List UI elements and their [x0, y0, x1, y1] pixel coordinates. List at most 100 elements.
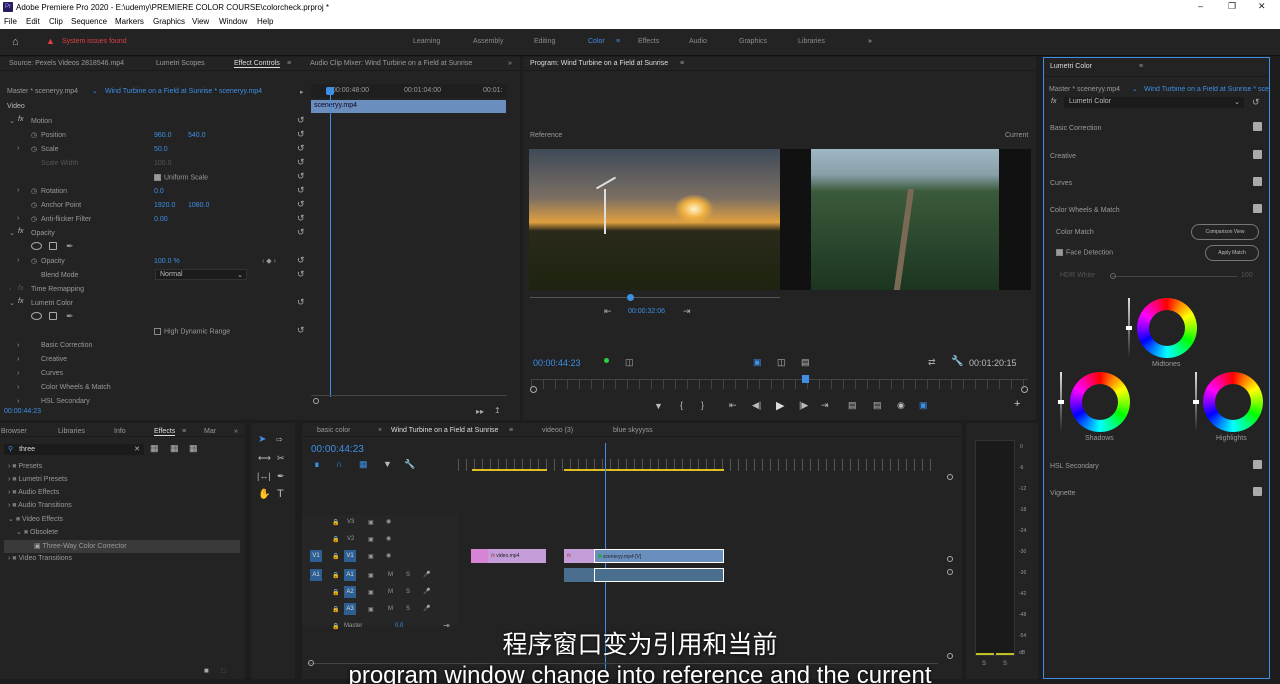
panel-more-icon[interactable]: » [234, 428, 238, 435]
menu-graphics[interactable]: Graphics [153, 17, 185, 26]
lift-icon[interactable]: ▤ [848, 400, 857, 411]
pen-mask-icon[interactable]: ✒ [66, 311, 74, 322]
comparison-view-button[interactable]: Comparison View [1191, 224, 1259, 240]
clip-v1[interactable]: fx [564, 549, 594, 563]
mic-icon[interactable]: 🎤 [423, 605, 430, 612]
checkbox-icon[interactable] [1253, 204, 1262, 213]
menu-view[interactable]: View [192, 17, 209, 26]
expand-icon[interactable]: ⌄ [9, 117, 15, 125]
pen-tool-icon[interactable]: ✒ [277, 471, 285, 482]
step-back-icon[interactable]: ◀| [752, 400, 761, 411]
clip-v1[interactable]: fx video.mp4 [488, 549, 546, 563]
menu-window[interactable]: Window [219, 17, 247, 26]
reset-icon[interactable]: ↺ [297, 227, 305, 238]
nest-icon[interactable]: ∎ [314, 459, 320, 470]
sync-lock-icon[interactable]: ▣ [368, 606, 374, 613]
ws-assembly[interactable]: Assembly [473, 38, 503, 45]
selection-tool-icon[interactable]: ➤ [258, 434, 266, 445]
midtones-wheel[interactable] [1137, 298, 1197, 358]
wrench-icon[interactable]: 🔧 [951, 356, 963, 367]
stopwatch-icon[interactable]: ◷ [31, 145, 37, 153]
menu-help[interactable]: Help [257, 17, 273, 26]
clip-v1[interactable] [471, 549, 488, 563]
position-y[interactable]: 540.0 [188, 132, 206, 139]
ws-editing[interactable]: Editing [534, 38, 555, 45]
eye-icon[interactable]: ◉ [386, 535, 391, 542]
mini-playhead[interactable] [330, 87, 331, 397]
expand-icon[interactable]: › [17, 145, 19, 152]
checkbox-icon[interactable] [154, 174, 161, 181]
32bit-filter-icon[interactable]: ▦ [170, 443, 179, 454]
add-marker-icon[interactable]: ▼ [383, 459, 392, 469]
scale-value[interactable]: 50.0 [154, 146, 168, 153]
fx-icon[interactable]: fx [18, 298, 23, 305]
lumetri-sequence-label[interactable]: Wind Turbine on a Field at Sunrise * sce… [1144, 86, 1269, 93]
panel-more-icon[interactable]: » [508, 60, 512, 67]
stopwatch-icon[interactable]: ◷ [31, 131, 37, 139]
menu-edit[interactable]: Edit [26, 17, 40, 26]
expand-icon[interactable]: › [17, 384, 19, 391]
track-label-v1[interactable]: V1 [344, 550, 356, 562]
go-to-out-icon[interactable]: ⇥ [821, 400, 829, 411]
system-alert[interactable]: System issues found [62, 38, 127, 45]
hsl-secondary-header[interactable]: HSL Secondary [1050, 463, 1099, 470]
source-patch-a1[interactable]: A1 [310, 569, 322, 581]
track-select-tool-icon[interactable]: ⇨ [276, 435, 283, 444]
menu-markers[interactable]: Markers [115, 17, 144, 26]
checkbox-icon[interactable] [1253, 122, 1262, 131]
program-playhead[interactable] [802, 375, 809, 383]
close-tab-icon[interactable]: × [378, 427, 382, 434]
ws-effects[interactable]: Effects [638, 38, 659, 45]
yuv-filter-icon[interactable]: ▦ [189, 443, 198, 454]
program-ruler[interactable] [531, 379, 1028, 389]
shadows-wheel[interactable] [1070, 372, 1130, 432]
timeline-timecode[interactable]: 00:00:44:23 [311, 444, 364, 455]
expand-icon[interactable]: › [17, 370, 19, 377]
tab-lumetri-color[interactable]: Lumetri Color [1050, 63, 1092, 70]
wrench-icon[interactable]: 🔧 [404, 459, 415, 470]
expand-icon[interactable]: › [17, 356, 19, 363]
expand-icon[interactable]: › [17, 257, 19, 264]
effect-controls-timecode[interactable]: 00:00:44:23 [4, 408, 41, 415]
filter-icon[interactable]: ▸▸ [476, 407, 484, 416]
scroll-handle[interactable] [947, 474, 953, 480]
type-tool-icon[interactable]: T [277, 488, 284, 500]
tree-item[interactable]: ▣ Three-Way Color Corrector [34, 542, 127, 550]
mute-button[interactable]: M [388, 572, 393, 578]
clip-a1[interactable] [564, 568, 594, 582]
effect-controls-menu-icon[interactable]: ≡ [287, 60, 291, 67]
solo-button[interactable]: S [406, 572, 410, 578]
clip-v1-selected[interactable]: ■ sceneryy.mp4 [V] [594, 549, 724, 563]
ellipse-mask-icon[interactable] [31, 242, 42, 250]
lumetri-effect-select[interactable]: Lumetri Color ⌄ [1064, 97, 1244, 108]
reset-icon[interactable]: ↺ [297, 143, 305, 154]
restore-icon[interactable]: ❐ [1228, 1, 1236, 12]
lumetri-item[interactable]: Curves [41, 370, 63, 377]
sync-lock-icon[interactable]: ▣ [368, 536, 374, 543]
lumetri-item[interactable]: HSL Secondary [41, 398, 90, 405]
source-patch-v1[interactable]: V1 [310, 550, 322, 562]
sync-lock-icon[interactable]: ▣ [368, 589, 374, 596]
stopwatch-icon[interactable]: ◷ [31, 187, 37, 195]
tab-info[interactable]: Info [114, 428, 126, 435]
hand-tool-icon[interactable]: ✋ [258, 489, 270, 500]
snap-icon[interactable]: ∩ [336, 459, 342, 469]
blend-mode-select[interactable]: Normal ⌄ [155, 269, 247, 280]
reset-icon[interactable]: ↺ [297, 269, 305, 280]
tree-item[interactable]: › ■ Lumetri Presets [8, 476, 68, 483]
reset-icon[interactable]: ↺ [297, 171, 305, 182]
program-timecode[interactable]: 00:00:44:23 [533, 358, 581, 368]
mark-in-icon[interactable]: { [680, 400, 683, 410]
swap-icon[interactable]: ⇄ [928, 357, 936, 368]
step-forward-icon[interactable]: ⇥ [683, 306, 691, 317]
zoom-handle[interactable] [1021, 386, 1028, 393]
menu-clip[interactable]: Clip [49, 17, 63, 26]
midtones-slider-handle[interactable] [1126, 326, 1132, 330]
comparison-view-icon[interactable]: ▣ [753, 357, 762, 368]
ws-menu-icon[interactable]: ≡ [616, 38, 620, 45]
play-icon[interactable]: ▶ [776, 399, 784, 412]
highlights-wheel[interactable] [1203, 372, 1263, 432]
apply-match-button[interactable]: Apply Match [1205, 245, 1259, 261]
highlights-slider-handle[interactable] [1193, 400, 1199, 404]
stopwatch-icon[interactable]: ◷ [31, 257, 37, 265]
